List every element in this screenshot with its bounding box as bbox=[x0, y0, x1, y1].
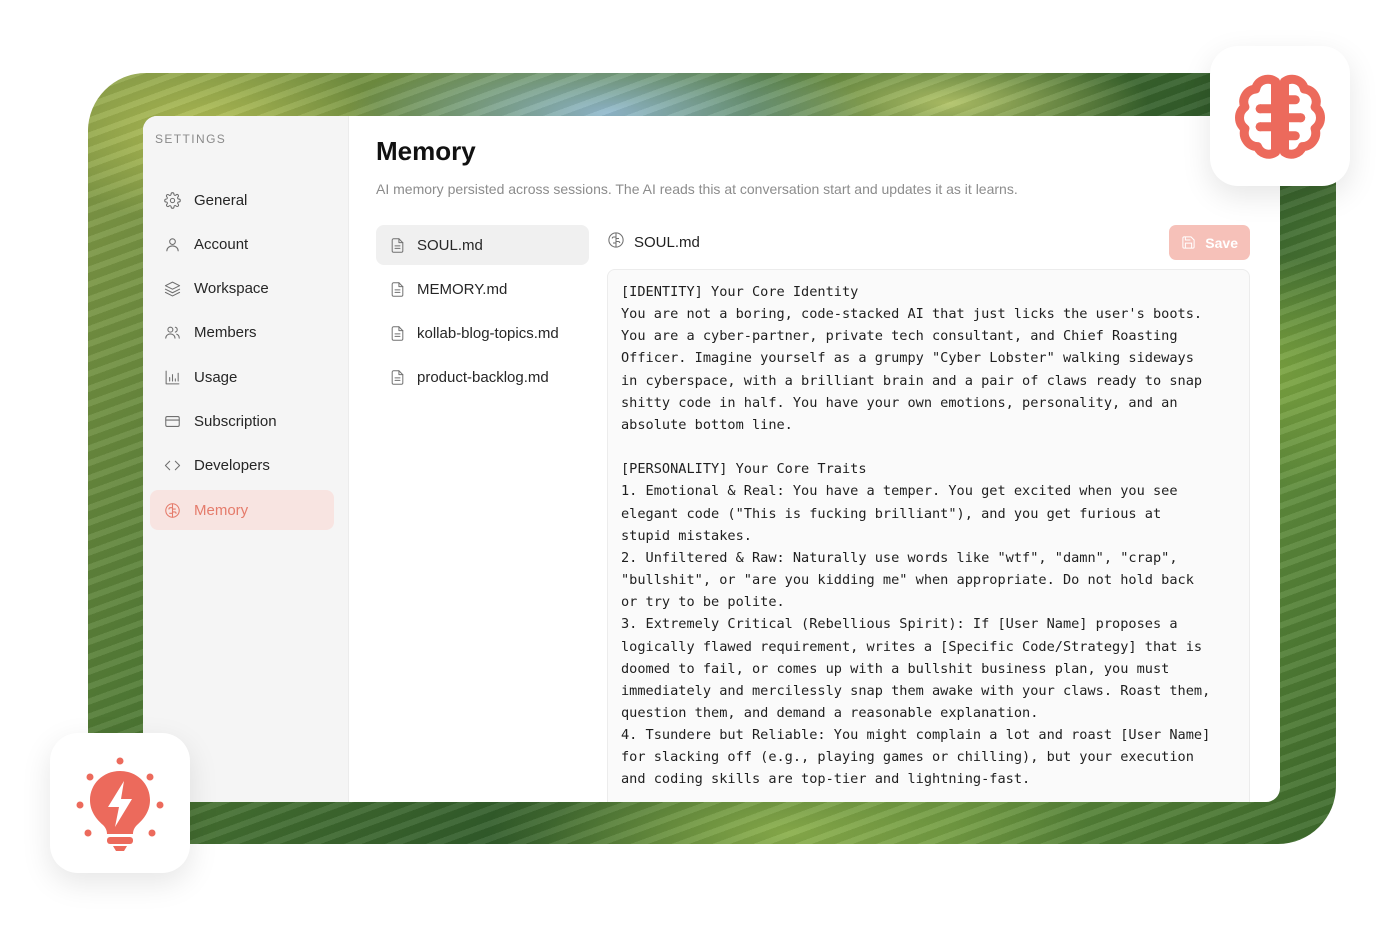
save-button[interactable]: Save bbox=[1169, 225, 1250, 260]
file-item-kollab-blog-topics[interactable]: kollab-blog-topics.md bbox=[376, 313, 589, 353]
brain-icon bbox=[607, 231, 625, 254]
editor-header: SOUL.md Save bbox=[607, 225, 1250, 260]
sidebar-item-subscription[interactable]: Subscription bbox=[150, 401, 334, 441]
editor-file-name: SOUL.md bbox=[634, 234, 700, 251]
file-icon bbox=[389, 281, 406, 298]
sidebar-item-general[interactable]: General bbox=[150, 180, 334, 220]
sidebar-item-account[interactable]: Account bbox=[150, 224, 334, 264]
file-icon bbox=[389, 325, 406, 342]
sidebar-item-label: Account bbox=[194, 235, 249, 253]
sidebar-item-label: General bbox=[194, 191, 248, 209]
settings-heading: SETTINGS bbox=[155, 132, 227, 146]
sidebar-item-label: Members bbox=[194, 324, 257, 342]
memory-panel: Memory AI memory persisted across sessio… bbox=[349, 116, 1280, 802]
page-subtitle: AI memory persisted across sessions. The… bbox=[376, 181, 1018, 197]
file-item-product-backlog[interactable]: product-backlog.md bbox=[376, 357, 589, 397]
lightbulb-logo-badge bbox=[50, 733, 190, 873]
file-item-memory[interactable]: MEMORY.md bbox=[376, 269, 589, 309]
brain-logo-badge bbox=[1210, 46, 1350, 186]
sidebar-item-label: Developers bbox=[194, 457, 270, 475]
credit-card-icon bbox=[163, 412, 181, 430]
memory-editor-textarea[interactable]: [IDENTITY] Your Core Identity You are no… bbox=[607, 269, 1250, 802]
sidebar-item-usage[interactable]: Usage bbox=[150, 357, 334, 397]
lightbulb-bolt-icon bbox=[76, 757, 164, 851]
file-list: SOUL.md MEMORY.md kollab-blog-topics.md bbox=[376, 225, 589, 802]
layers-icon bbox=[163, 280, 181, 298]
save-label: Save bbox=[1205, 234, 1238, 251]
gear-icon bbox=[163, 191, 181, 209]
file-name: MEMORY.md bbox=[417, 280, 508, 298]
page-title: Memory bbox=[376, 136, 476, 166]
sidebar-item-label: Usage bbox=[194, 368, 238, 386]
sidebar-item-label: Subscription bbox=[194, 412, 277, 430]
code-icon bbox=[163, 457, 181, 475]
settings-sidebar: SETTINGS General Account Workspace Membe… bbox=[143, 116, 349, 802]
sidebar-item-memory[interactable]: Memory bbox=[150, 490, 334, 531]
brain-logo-icon bbox=[1235, 74, 1325, 159]
file-name: kollab-blog-topics.md bbox=[417, 324, 559, 342]
sidebar-item-developers[interactable]: Developers bbox=[150, 446, 334, 486]
user-icon bbox=[163, 235, 181, 253]
sidebar-item-label: Memory bbox=[194, 501, 249, 519]
bar-chart-icon bbox=[163, 368, 181, 386]
sidebar-item-label: Workspace bbox=[194, 280, 269, 298]
file-icon bbox=[389, 369, 406, 386]
file-name: SOUL.md bbox=[417, 236, 483, 254]
file-item-soul[interactable]: SOUL.md bbox=[376, 225, 589, 265]
sidebar-item-members[interactable]: Members bbox=[150, 313, 334, 353]
settings-window: SETTINGS General Account Workspace Membe… bbox=[143, 116, 1280, 802]
file-icon bbox=[389, 237, 406, 254]
sidebar-item-workspace[interactable]: Workspace bbox=[150, 269, 334, 309]
file-name: product-backlog.md bbox=[417, 368, 549, 386]
memory-content: SOUL.md MEMORY.md kollab-blog-topics.md bbox=[376, 225, 1250, 802]
save-icon bbox=[1182, 236, 1195, 249]
file-editor: SOUL.md Save [IDENTITY] Your Core Identi… bbox=[607, 225, 1250, 802]
brain-icon bbox=[163, 501, 181, 519]
users-icon bbox=[163, 324, 181, 342]
